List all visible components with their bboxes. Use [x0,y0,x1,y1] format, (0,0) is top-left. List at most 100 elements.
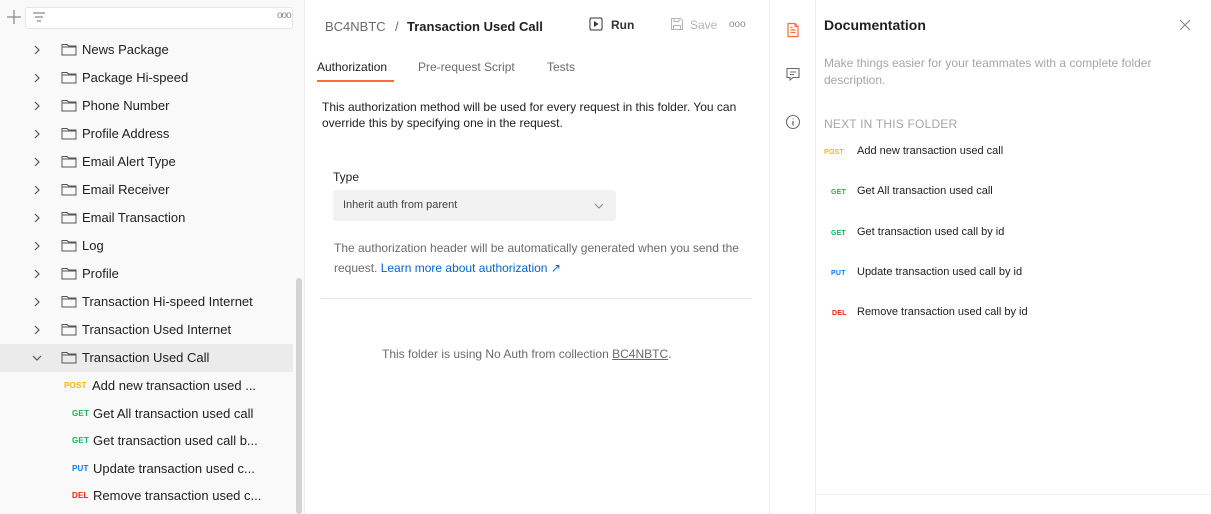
folder-label: Profile Address [82,126,170,141]
save-label: Save [690,18,718,32]
method-badge-del: DEL [832,310,847,317]
request-row[interactable]: PUT Update transaction used c... [0,455,293,483]
folder-row-selected[interactable]: Transaction Used Call [0,344,293,372]
folder-icon [61,44,77,56]
auth-type-select[interactable]: Inherit auth from parent [333,190,616,221]
request-row[interactable]: DEL Remove transaction used c... [0,482,293,510]
request-label: Get transaction used call b... [93,433,258,448]
folder-icon [61,296,77,308]
auth-type-label: Type [333,170,360,184]
folder-row[interactable]: Phone Number [0,92,293,120]
folder-row[interactable]: Transaction Used Internet [0,316,293,344]
save-button[interactable]: Save [670,16,730,36]
next-in-folder-heading: NEXT IN THIS FOLDER [824,117,958,131]
page-title[interactable]: Transaction Used Call [407,19,543,34]
settings-tabs: Authorization Pre-request Script Tests [306,52,768,84]
folder-row[interactable]: Email Receiver [0,176,293,204]
chevron-right-icon[interactable] [31,156,43,168]
method-badge-get: GET [72,408,90,418]
folder-icon [61,240,77,252]
folder-row[interactable]: Package Hi-speed [0,64,293,92]
run-label: Run [611,18,635,32]
chevron-down-icon [594,203,604,209]
auth-type-value: Inherit auth from parent [343,199,458,211]
folder-icon [61,184,77,196]
request-row[interactable]: GET Get All transaction used call [0,400,293,428]
method-badge-put: PUT [72,463,89,473]
next-request-item[interactable]: GET Get transaction used call by id [824,226,1184,242]
chevron-right-icon[interactable] [31,296,43,308]
divider [816,494,1211,495]
chevron-right-icon[interactable] [31,240,43,252]
divider [321,298,752,299]
chevron-right-icon[interactable] [31,128,43,140]
more-options-icon[interactable]: ooo [729,19,746,30]
chevron-right-icon[interactable] [31,100,43,112]
comments-icon[interactable] [785,66,801,82]
request-label: Get All transaction used call [93,405,254,421]
auth-description: This authorization method will be used f… [322,100,737,130]
method-badge-post: POST [64,381,87,390]
documentation-panel: Documentation Make things easier for you… [816,0,1211,514]
folder-row[interactable]: News Package [0,36,293,64]
next-request-item[interactable]: GET Get All transaction used call [824,185,1184,201]
folder-row[interactable]: Log [0,232,293,260]
more-options-icon[interactable]: ooo [277,10,293,24]
next-request-item[interactable]: DEL Remove transaction used call by id [824,306,1184,322]
no-auth-message: This folder is using No Auth from collec… [382,347,671,361]
tab-tests[interactable]: Tests [547,60,575,74]
close-icon[interactable] [1177,17,1193,33]
request-row[interactable]: GET Get transaction used call b... [0,427,293,455]
folder-row[interactable]: Email Alert Type [0,148,293,176]
learn-more-link[interactable]: Learn more about authorization ↗ [381,261,561,275]
request-label: Remove transaction used c... [93,488,262,503]
chevron-right-icon[interactable] [31,324,43,336]
no-auth-suffix: . [668,347,672,361]
breadcrumb-collection[interactable]: BC4NBTC [325,19,386,34]
chevron-right-icon[interactable] [31,268,43,280]
documentation-icon[interactable] [785,22,801,38]
method-badge-get: GET [831,189,846,196]
request-row[interactable]: POST Add new transaction used ... [0,372,293,400]
folder-label: News Package [82,42,169,57]
next-request-label: Remove transaction used call by id [857,306,1028,318]
folder-icon [61,128,77,140]
next-request-label: Update transaction used call by id [857,266,1023,278]
run-button[interactable]: Run [589,16,651,36]
chevron-right-icon[interactable] [31,184,43,196]
no-auth-text: This folder is using No Auth from collec… [382,347,609,361]
tab-pre-request-script[interactable]: Pre-request Script [418,60,515,74]
active-tab-indicator [317,80,394,82]
play-icon [589,17,603,31]
filter-input[interactable] [25,7,293,29]
info-icon[interactable] [785,114,801,130]
request-label: Update transaction used c... [93,460,255,476]
folder-row[interactable]: Transaction Hi-speed Internet [0,288,293,316]
folder-row[interactable]: Profile [0,260,293,288]
method-badge-del: DEL [72,491,89,500]
save-icon [671,18,683,30]
chevron-right-icon[interactable] [31,44,43,56]
breadcrumb: BC4NBTC / Transaction Used Call Run Save… [306,0,768,46]
folder-label: Email Transaction [82,210,186,225]
documentation-description[interactable]: Make things easier for your teammates wi… [824,55,1194,89]
sidebar-toolbar: ooo [0,0,305,38]
folder-label: Transaction Hi-speed Internet [82,294,253,309]
sidebar-scrollbar[interactable] [296,278,302,514]
next-request-label: Get transaction used call by id [857,226,1005,238]
folder-label: Package Hi-speed [82,70,189,85]
folder-row[interactable]: Email Transaction [0,204,293,232]
tab-authorization[interactable]: Authorization [317,60,387,74]
next-request-item[interactable]: POST Add new transaction used call [824,145,1184,161]
folder-row[interactable]: Profile Address [0,120,293,148]
collection-link[interactable]: BC4NBTC [612,347,668,361]
chevron-right-icon[interactable] [31,212,43,224]
folder-label: Email Receiver [82,182,170,197]
plus-icon[interactable] [4,7,24,27]
chevron-down-icon[interactable] [31,352,43,364]
next-request-item[interactable]: PUT Update transaction used call by id [824,266,1184,282]
collection-tree: News Package Package Hi-speed Phone Numb… [0,36,293,510]
right-sidebar-rail [769,0,816,514]
folder-icon [61,72,77,84]
chevron-right-icon[interactable] [31,72,43,84]
